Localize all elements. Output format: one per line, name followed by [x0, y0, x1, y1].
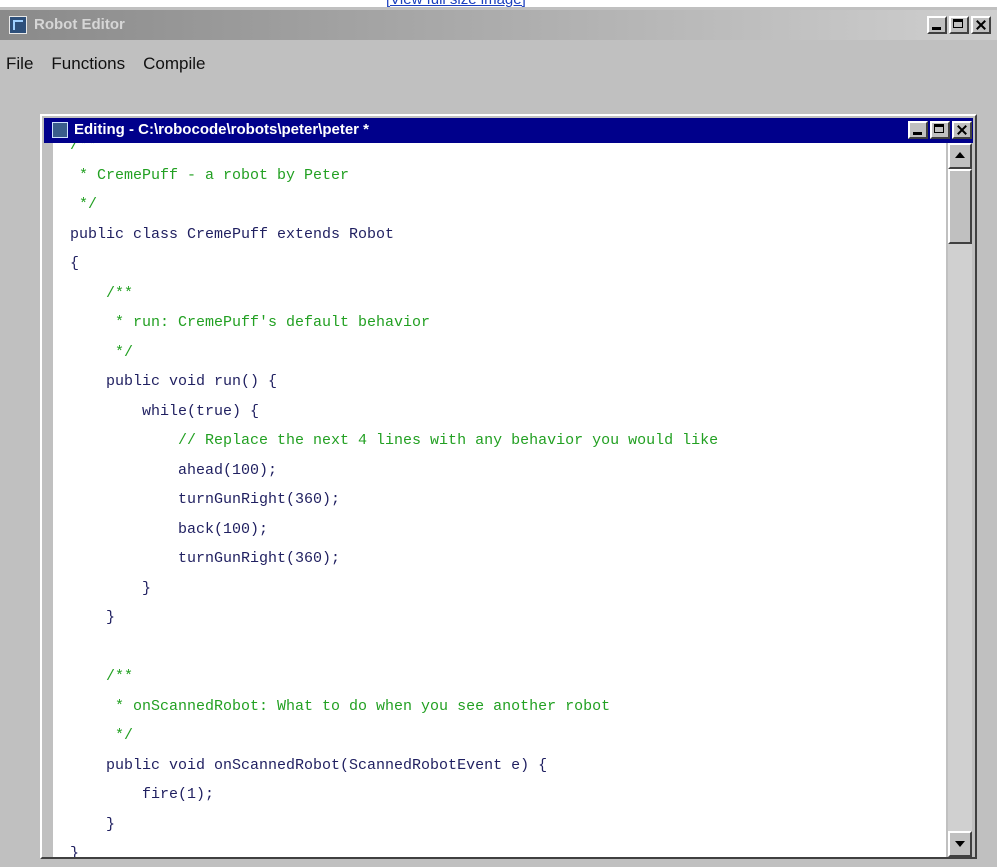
code-line: * CremePuff - a robot by Peter [70, 166, 350, 184]
document-icon [52, 122, 68, 138]
code-line: ahead(100); [70, 461, 278, 479]
arrow-down-icon [955, 841, 965, 847]
code-line: public void onScannedRobot(ScannedRobotE… [70, 756, 548, 774]
code-line: turnGunRight(360); [70, 491, 341, 508]
code-line: */ [70, 343, 134, 361]
robot-editor-icon [9, 16, 27, 34]
code-line: // Replace the next 4 lines with any beh… [70, 432, 719, 449]
maximize-icon[interactable] [930, 121, 950, 139]
code-line: fire(1); [70, 786, 215, 803]
code-line: */ [70, 196, 98, 213]
code-line: public class CremePuff extends Robot [70, 225, 395, 243]
code-line: turnGunRight(360); [70, 550, 341, 567]
code-line: while(true) { [70, 402, 260, 420]
code-line: /** [70, 284, 134, 302]
outer-window-title: Robot Editor [34, 16, 125, 33]
menu-compile[interactable]: Compile [143, 51, 205, 77]
code-line: /** [70, 143, 98, 154]
code-line: public void run() { [70, 373, 278, 390]
code-line: } [70, 579, 152, 597]
code-editor[interactable]: /** * CremePuff - a robot by Peter */ pub… [53, 143, 946, 857]
editing-titlebar[interactable]: Editing - C:\robocode\robots\peter\peter… [44, 118, 973, 143]
menu-functions[interactable]: Functions [51, 51, 125, 77]
code-line: { [70, 255, 80, 272]
scroll-down-button[interactable] [948, 831, 972, 857]
code-line: back(100); [70, 520, 269, 538]
menu-file[interactable]: File [6, 51, 33, 77]
code-line: * run: CremePuff's default behavior [70, 314, 431, 331]
editing-window-title: Editing - C:\robocode\robots\peter\peter… [74, 121, 370, 138]
outer-window-controls [927, 16, 991, 34]
code-line: */ [70, 727, 134, 744]
minimize-icon[interactable] [908, 121, 928, 139]
code-line: } [70, 845, 80, 857]
code-line: * onScannedRobot: What to do when you se… [70, 697, 611, 715]
scroll-up-button[interactable] [948, 143, 972, 169]
code-line: } [70, 609, 116, 626]
minimize-icon[interactable] [927, 16, 947, 34]
close-icon[interactable] [971, 16, 991, 34]
scroll-thumb[interactable] [948, 169, 972, 244]
close-icon[interactable] [952, 121, 972, 139]
code-line: } [70, 815, 116, 833]
arrow-up-icon [955, 152, 965, 158]
editing-window-controls [908, 121, 972, 139]
maximize-icon[interactable] [949, 16, 969, 34]
outer-titlebar[interactable]: Robot Editor [0, 10, 997, 40]
editing-window: Editing - C:\robocode\robots\peter\peter… [40, 114, 977, 859]
vertical-scrollbar[interactable] [948, 143, 972, 857]
code-line: /** [70, 668, 134, 685]
menu-bar: File Functions Compile [0, 51, 205, 77]
